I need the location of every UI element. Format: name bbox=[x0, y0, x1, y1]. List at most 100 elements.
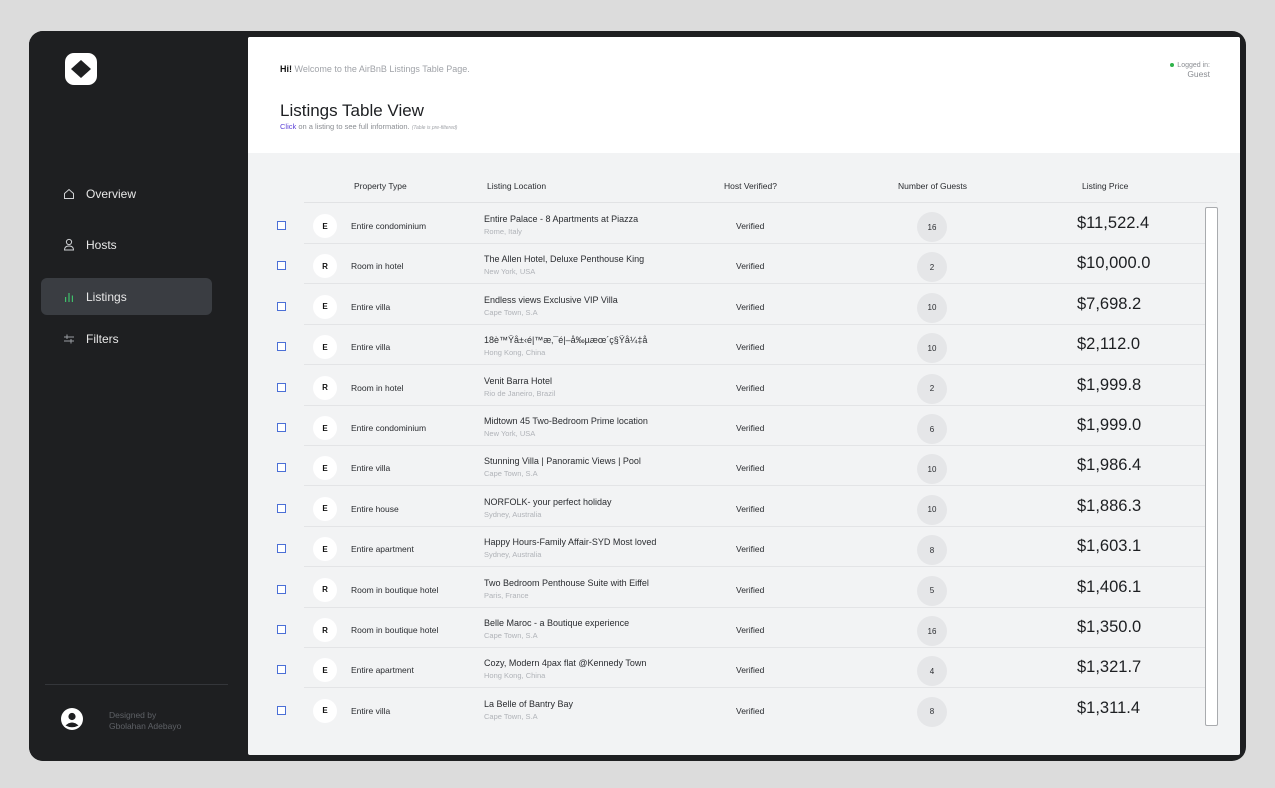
listing-name: Happy Hours-Family Affair-SYD Most loved bbox=[484, 537, 657, 548]
property-type: Entire villa bbox=[351, 342, 391, 353]
avatar-icon[interactable] bbox=[60, 707, 84, 731]
listing-city: Cape Town, S.A bbox=[484, 631, 538, 640]
listing-price: $1,350.0 bbox=[1077, 618, 1142, 636]
table-row[interactable]: E Entire condominium Midtown 45 Two-Bedroo… bbox=[268, 406, 1216, 446]
listing-price: $2,112.0 bbox=[1077, 335, 1141, 354]
sidebar: Overview Hosts Listings Filters Designed… bbox=[29, 31, 248, 761]
nav-filters[interactable]: Filters bbox=[41, 320, 212, 357]
guest-count: 8 bbox=[917, 696, 947, 727]
table-row[interactable]: E Entire condominium Entire Palace - 8 Apa… bbox=[268, 204, 1216, 244]
guest-count: 10 bbox=[917, 292, 947, 323]
login-user: Guest bbox=[1187, 69, 1210, 79]
listing-name: NORFOLK- your perfect holiday bbox=[484, 496, 612, 507]
listing-city: Cape Town, S.A bbox=[484, 469, 538, 479]
login-label: Logged in: bbox=[1177, 62, 1210, 69]
sidebar-divider bbox=[45, 684, 228, 685]
table-row[interactable]: R Room in boutique hotel Two Bedroom Penth… bbox=[268, 568, 1216, 608]
listing-name: Belle Maroc - a Boutique experience bbox=[484, 618, 630, 628]
listing-name: Stunning Villa | Panoramic Views | Pool bbox=[484, 456, 641, 467]
row-checkbox[interactable] bbox=[277, 544, 286, 554]
property-initial-badge: R bbox=[313, 618, 337, 642]
row-checkbox[interactable] bbox=[277, 261, 286, 271]
table-row[interactable]: R Room in hotel Venit Barra Hotel Rio de Ja… bbox=[268, 366, 1216, 406]
table-header: Property Type Listing Location Host Veri… bbox=[304, 175, 1217, 203]
subtitle-text: on a listing to see full information. bbox=[296, 122, 410, 131]
app-logo[interactable] bbox=[65, 53, 97, 85]
property-type: Entire apartment bbox=[351, 665, 414, 676]
column-header-property-type[interactable]: Property Type bbox=[354, 181, 407, 191]
listing-price: $1,986.4 bbox=[1077, 456, 1142, 475]
property-type: Entire villa bbox=[351, 463, 391, 474]
row-checkbox[interactable] bbox=[277, 423, 286, 432]
host-verified: Verified bbox=[736, 301, 765, 312]
property-type: Entire villa bbox=[351, 301, 391, 312]
property-type: Entire house bbox=[351, 503, 399, 514]
listing-name: Entire Palace - 8 Apartments at Piazza bbox=[484, 214, 639, 224]
listing-price: $11,522.4 bbox=[1077, 214, 1150, 232]
device-frame: Overview Hosts Listings Filters Designed… bbox=[0, 0, 1275, 788]
guest-count: 4 bbox=[917, 656, 947, 687]
column-header-host-verified[interactable]: Host Verified? bbox=[724, 181, 777, 191]
table-row[interactable]: E Entire villa 18è™Ÿå±‹é|™æ‚¯é|–å‰µæœ´ç§Ÿå… bbox=[268, 325, 1216, 366]
table-row[interactable]: E Entire house NORFOLK- your perfect holid… bbox=[268, 487, 1216, 527]
table-scrollbar[interactable] bbox=[1205, 207, 1218, 726]
listing-price: $1,999.0 bbox=[1077, 416, 1142, 434]
guest-count: 2 bbox=[917, 373, 947, 404]
table-row[interactable]: R Room in hotel The Allen Hotel, Deluxe Pe… bbox=[268, 244, 1216, 285]
column-header-price[interactable]: Listing Price bbox=[1082, 181, 1128, 191]
property-initial-badge: E bbox=[313, 658, 337, 683]
row-checkbox[interactable] bbox=[277, 301, 286, 311]
property-initial-badge: E bbox=[313, 496, 337, 521]
column-header-location[interactable]: Listing Location bbox=[487, 181, 546, 191]
property-initial-badge: E bbox=[313, 698, 337, 723]
listing-name: La Belle of Bantry Bay bbox=[484, 698, 574, 709]
host-verified: Verified bbox=[736, 705, 765, 716]
subtitle-note: (Table is pre-filtered) bbox=[411, 125, 458, 131]
row-checkbox[interactable] bbox=[277, 625, 286, 634]
listing-price: $10,000.0 bbox=[1077, 254, 1151, 273]
listing-city: Cape Town, S.A bbox=[484, 307, 538, 317]
column-header-guests[interactable]: Number of Guests bbox=[898, 181, 967, 191]
listing-price: $1,999.8 bbox=[1077, 375, 1142, 394]
property-initial-badge: E bbox=[313, 214, 337, 238]
listing-name: Two Bedroom Penthouse Suite with Eiffel bbox=[484, 577, 649, 588]
property-initial-badge: E bbox=[313, 537, 337, 562]
property-type: Room in hotel bbox=[351, 261, 404, 272]
credit-line-2: Gbolahan Adebayo bbox=[109, 721, 182, 731]
row-checkbox[interactable] bbox=[277, 463, 286, 473]
table-row[interactable]: E Entire villa Stunning Villa | Panoramic … bbox=[268, 446, 1216, 487]
row-checkbox[interactable] bbox=[277, 503, 286, 513]
listing-city: Sydney, Australia bbox=[484, 509, 542, 519]
row-checkbox[interactable] bbox=[277, 342, 286, 352]
bar-chart-icon bbox=[62, 290, 76, 304]
table-row[interactable]: E Entire villa La Belle of Bantry Bay Cape … bbox=[268, 689, 1216, 728]
property-type: Room in boutique hotel bbox=[351, 625, 439, 635]
nav-overview[interactable]: Overview bbox=[41, 175, 212, 212]
table-row[interactable]: R Room in boutique hotel Belle Maroc - a B… bbox=[268, 608, 1216, 648]
host-verified: Verified bbox=[736, 665, 765, 676]
row-checkbox[interactable] bbox=[277, 665, 286, 675]
row-checkbox[interactable] bbox=[277, 705, 286, 715]
listing-price: $1,321.7 bbox=[1077, 658, 1142, 677]
property-initial-badge: R bbox=[313, 577, 337, 602]
listing-city: Rome, Italy bbox=[484, 227, 522, 236]
property-type: Entire condominium bbox=[351, 423, 427, 433]
page-title: Listings Table View bbox=[280, 101, 424, 120]
listing-price: $7,698.2 bbox=[1077, 294, 1142, 313]
table-row[interactable]: E Entire villa Endless views Exclusive VIP… bbox=[268, 285, 1216, 325]
login-status: Logged in: Guest bbox=[1170, 61, 1210, 79]
nav-label: Overview bbox=[86, 186, 137, 201]
home-icon bbox=[62, 187, 76, 201]
nav-hosts[interactable]: Hosts bbox=[41, 226, 212, 263]
table-row[interactable]: E Entire apartment Happy Hours-Family Affa… bbox=[268, 527, 1216, 568]
host-verified: Verified bbox=[736, 625, 765, 635]
row-checkbox[interactable] bbox=[277, 382, 286, 392]
property-initial-badge: R bbox=[313, 375, 337, 400]
row-checkbox[interactable] bbox=[277, 221, 286, 230]
table-row[interactable]: E Entire apartment Cozy, Modern 4pax flat … bbox=[268, 648, 1216, 689]
nav-listings[interactable]: Listings bbox=[41, 278, 212, 315]
row-checkbox[interactable] bbox=[277, 584, 286, 594]
property-initial-badge: E bbox=[313, 416, 337, 440]
guest-count: 2 bbox=[917, 252, 947, 283]
guest-count: 10 bbox=[917, 333, 947, 364]
